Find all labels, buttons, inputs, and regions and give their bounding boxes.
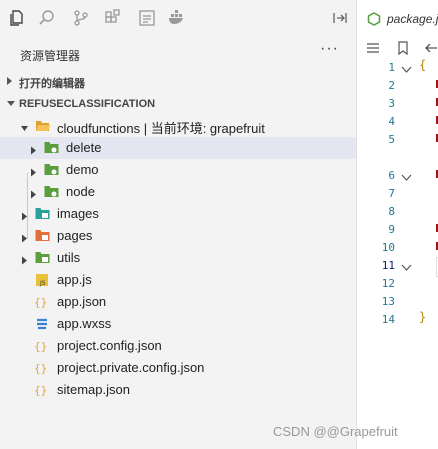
cloud-folder-icon: [44, 141, 59, 155]
tree-item-pages[interactable]: pages: [0, 225, 356, 247]
svg-text:{}: {}: [34, 340, 47, 353]
line-number: 11: [381, 259, 395, 272]
tree-item-label: demo: [66, 162, 99, 177]
tree-item-label: app.js: [57, 272, 92, 287]
sidebar-title: 资源管理器: [20, 49, 81, 63]
tree-item-label: delete: [66, 140, 102, 155]
section-open-editors-label: 打开的编辑器: [19, 78, 85, 90]
chevron-right-icon: [21, 209, 29, 224]
tree-item-delete[interactable]: delete: [0, 137, 356, 159]
svg-text:{}: {}: [34, 384, 47, 397]
bookmark-icon[interactable]: [396, 41, 410, 56]
line-number: 2: [388, 79, 395, 92]
explorer-icon[interactable]: [8, 9, 26, 27]
line-number: 6: [388, 169, 395, 182]
search-icon[interactable]: [38, 9, 56, 27]
tab-title: package.json: [387, 12, 438, 26]
tree-item-sitemap[interactable]: {} sitemap.json: [0, 379, 356, 401]
tab-package-json[interactable]: package.json: [357, 0, 438, 36]
tree-item-app-json[interactable]: {} app.json: [0, 291, 356, 313]
code-close-brace: }: [419, 310, 427, 324]
fold-chevron-icon[interactable]: [401, 259, 413, 271]
line-number: 10: [381, 241, 395, 254]
svg-text:JS: JS: [39, 280, 46, 287]
line-number: 1: [388, 61, 395, 74]
line-number: 4: [388, 115, 395, 128]
back-arrow-icon[interactable]: [424, 41, 438, 55]
json-file-icon: {}: [34, 361, 48, 375]
js-file-icon: JS: [35, 273, 49, 287]
outline-icon[interactable]: [366, 41, 380, 55]
tree-item-project-private-config[interactable]: {} project.private.config.json: [0, 357, 356, 379]
cloud-dev-icon[interactable]: [138, 9, 156, 27]
tree-item-images[interactable]: images: [0, 203, 356, 225]
tree-item-label: pages: [57, 228, 93, 243]
chevron-right-icon: [30, 187, 38, 202]
tree-item-node[interactable]: node: [0, 181, 356, 203]
section-project-label: REFUSECLASSIFICATION: [19, 98, 156, 110]
cloud-folder-icon: [44, 163, 59, 177]
line-number: 5: [388, 133, 395, 146]
json-file-icon: {}: [34, 339, 48, 353]
tree-item-cloudfunctions[interactable]: cloudfunctions | 当前环境: grapefruit: [0, 115, 356, 137]
tree-item-utils[interactable]: utils: [0, 247, 356, 269]
activity-bar: [0, 0, 356, 36]
editor-tab-bar: package.json: [357, 0, 438, 36]
section-project[interactable]: REFUSECLASSIFICATION: [0, 94, 356, 116]
cloud-folder-icon: [44, 185, 59, 199]
extensions-icon[interactable]: [104, 9, 122, 27]
tree-item-label: project.config.json: [57, 338, 162, 353]
tree-item-label: project.private.config.json: [57, 360, 205, 375]
explorer-sidebar: 资源管理器 ··· 打开的编辑器 REFUSECLASSIFICATION cl…: [0, 36, 356, 449]
images-folder-icon: [35, 207, 50, 221]
tree-item-label: sitemap.json: [57, 382, 130, 397]
tree-item-label: images: [57, 206, 99, 221]
json-file-icon: {}: [34, 383, 48, 397]
chevron-right-icon: [21, 231, 29, 246]
tree-item-label: app.json: [57, 294, 107, 309]
chevron-right-icon: [21, 253, 29, 268]
tree-item-label: cloudfunctions | 当前环境: grapefruit: [57, 121, 265, 136]
section-open-editors[interactable]: 打开的编辑器: [0, 71, 356, 93]
folder-open-icon: [35, 119, 50, 133]
utils-folder-icon: [35, 251, 50, 265]
watermark: CSDN @@Grapefruit: [273, 424, 398, 439]
line-number: 14: [381, 313, 395, 326]
tree-item-app-js[interactable]: JS app.js: [0, 269, 356, 291]
line-number: 3: [388, 97, 395, 110]
tree-item-label: app.wxss: [57, 316, 112, 331]
line-number: 7: [388, 187, 395, 200]
chevron-right-icon: [30, 143, 38, 158]
code-open-brace: {: [419, 58, 427, 72]
chevron-right-icon: [6, 76, 14, 89]
css-file-icon: [35, 317, 49, 331]
fold-chevron-icon[interactable]: [401, 169, 413, 181]
source-control-icon[interactable]: [72, 9, 90, 27]
tree-item-label: utils: [57, 250, 81, 265]
fold-chevron-icon[interactable]: [401, 61, 413, 73]
docker-icon[interactable]: [168, 9, 186, 27]
more-actions-button[interactable]: ···: [320, 40, 339, 58]
pages-folder-icon: [35, 229, 50, 243]
svg-text:{}: {}: [34, 362, 47, 375]
tree-item-label: node: [66, 184, 95, 199]
line-number: 13: [381, 295, 395, 308]
npm-icon: [367, 12, 381, 26]
chevron-right-icon: [30, 165, 38, 180]
tree-item-project-config[interactable]: {} project.config.json: [0, 335, 356, 357]
line-number: 12: [381, 277, 395, 290]
line-number: 9: [388, 223, 395, 236]
svg-text:{}: {}: [34, 296, 47, 309]
editor-pane[interactable]: package.json 1234567891011121314 { }: [356, 0, 438, 449]
tree-item-app-wxss[interactable]: app.wxss: [0, 313, 356, 335]
chevron-down-icon: [20, 121, 29, 136]
line-number: 8: [388, 205, 395, 218]
split-editor-icon[interactable]: [332, 10, 348, 26]
chevron-down-icon: [6, 99, 16, 111]
tree-item-demo[interactable]: demo: [0, 159, 356, 181]
json-file-icon: {}: [34, 295, 48, 309]
